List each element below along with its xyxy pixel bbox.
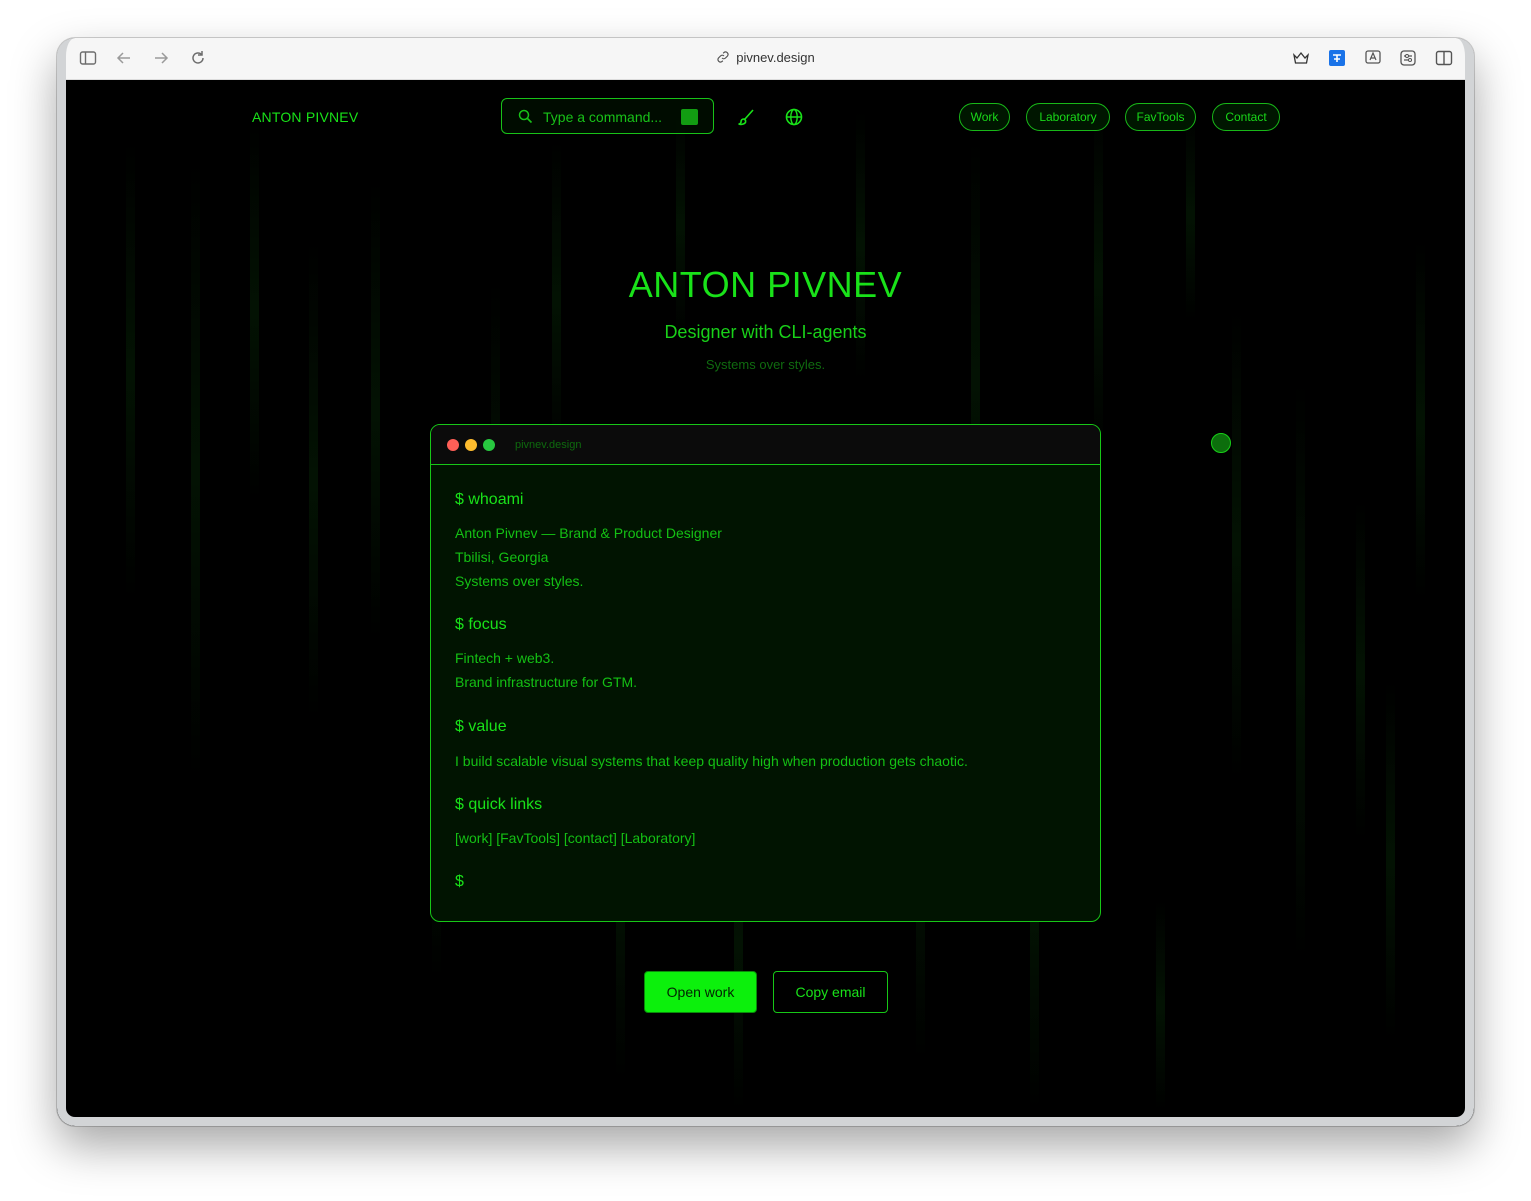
terminal-window: pivnev.design $ whoami Anton Pivnev — Br…	[430, 424, 1101, 922]
terminal-section-whoami: $ whoami Anton Pivnev — Brand & Product …	[455, 491, 722, 593]
copy-email-button[interactable]: Copy email	[773, 971, 888, 1013]
nav-work[interactable]: Work	[959, 103, 1010, 131]
terminal-output-line: Fintech + web3.	[455, 650, 555, 666]
maximize-dot-icon	[483, 439, 495, 451]
terminal-titlebar: pivnev.design	[431, 425, 1100, 465]
brush-icon[interactable]	[736, 107, 756, 127]
browser-toolbar: pivnev.design	[57, 38, 1474, 80]
search-icon	[518, 109, 533, 124]
terminal-section-value: $ value I build scalable visual systems …	[455, 718, 1095, 773]
link-icon	[716, 50, 730, 64]
site-brand[interactable]: ANTON PIVNEV	[252, 109, 358, 125]
command-palette[interactable]: Type a command...	[501, 98, 714, 134]
translate-extension-icon[interactable]	[1327, 48, 1347, 68]
url-text: pivnev.design	[736, 50, 815, 65]
hero-tagline: Systems over styles.	[705, 357, 826, 372]
terminal-output-line: Anton Pivnev — Brand & Product Designer	[455, 525, 722, 541]
open-work-button[interactable]: Open work	[644, 971, 757, 1013]
terminal-section-quick-links: $ quick links [work] [FavTools] [contact…	[455, 796, 695, 850]
address-bar[interactable]: pivnev.design	[66, 50, 1465, 65]
globe-icon[interactable]	[784, 107, 804, 127]
page-content: ANTON PIVNEV Type a command... Work Labo…	[66, 80, 1465, 1117]
quick-links[interactable]: [work] [FavTools] [contact] [Laboratory]	[455, 826, 695, 850]
terminal-section-focus: $ focus Fintech + web3. Brand infrastruc…	[455, 616, 637, 694]
terminal-command: $ whoami	[455, 491, 524, 508]
browser-window: pivnev.design ANTON PIVNEV Type a comman…	[57, 38, 1474, 1126]
nav-laboratory[interactable]: Laboratory	[1026, 103, 1110, 131]
terminal-output-line: I build scalable visual systems that kee…	[455, 753, 968, 769]
crown-extension-icon[interactable]	[1291, 48, 1311, 68]
minimize-dot-icon	[465, 439, 477, 451]
terminal-prompt[interactable]: $	[455, 873, 464, 895]
hero-subtitle: Designer with CLI-agents	[664, 322, 867, 342]
terminal-title: pivnev.design	[515, 439, 582, 451]
terminal-output-line: Systems over styles.	[455, 573, 584, 589]
cursor-block	[681, 109, 698, 125]
nav-favtools[interactable]: FavTools	[1125, 103, 1196, 131]
status-orb	[1211, 433, 1231, 453]
hero-title: ANTON PIVNEV	[628, 264, 903, 305]
terminal-command: $ focus	[455, 616, 507, 633]
close-dot-icon	[447, 439, 459, 451]
terminal-output-line: Brand infrastructure for GTM.	[455, 674, 638, 690]
reader-extension-icon[interactable]	[1363, 48, 1383, 68]
command-input-placeholder: Type a command...	[543, 109, 663, 125]
nav-contact[interactable]: Contact	[1212, 103, 1280, 131]
terminal-command: $ quick links	[455, 796, 543, 813]
terminal-command: $ value	[455, 718, 507, 735]
split-view-icon[interactable]	[1434, 48, 1454, 68]
settings-extension-icon[interactable]	[1398, 48, 1418, 68]
terminal-output-line: Tbilisi, Georgia	[455, 549, 549, 565]
